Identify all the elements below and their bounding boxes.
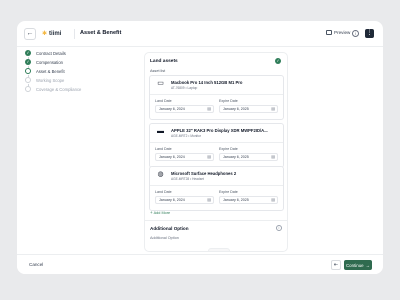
calendar-icon: ▤ <box>271 197 275 202</box>
preview-label: Preview <box>334 30 351 35</box>
asset-meta: AT-76809 • Laptop <box>171 86 198 90</box>
divider <box>150 94 283 95</box>
preview-button[interactable]: Preview <box>326 30 350 35</box>
logo-text: tiimi <box>49 31 62 37</box>
asset-id: AT-76809 <box>171 86 185 90</box>
arrow-right-icon: → <box>365 262 370 268</box>
asset-list-label: Asset list <box>150 69 166 73</box>
expire-date-label: Expire Date <box>219 147 238 151</box>
expire-date-label: Expire Date <box>219 190 238 194</box>
asset-name: Microsoft Surface Headphones 2 <box>171 171 237 176</box>
divider <box>145 220 287 221</box>
asset-name: APPLE 32" RAK3 Pro Display XDR MWPF2ID/A… <box>171 128 268 133</box>
page-title: Asset & Benefit <box>80 30 122 36</box>
land-date-value: January 6, 2024 <box>159 107 185 111</box>
check-icon: ✓ <box>25 59 31 65</box>
calendar-icon: ▤ <box>207 197 211 202</box>
bottom-bar: Cancel ⇤ Continue → <box>17 254 383 274</box>
previous-button[interactable]: ⇤ <box>331 260 341 270</box>
check-icon: ✓ <box>275 58 281 64</box>
divider <box>74 29 75 39</box>
scroll-handle[interactable] <box>208 248 230 251</box>
land-date-field[interactable]: January 6, 2024 ▤ <box>155 105 214 113</box>
plus-icon: + <box>150 210 153 215</box>
asset-id: AGE-MRT2 <box>171 134 188 138</box>
asset-id: AGE-MRT28 <box>171 177 190 181</box>
calendar-icon: ▤ <box>207 154 211 159</box>
info-icon[interactable]: i <box>276 225 282 231</box>
expire-date-field[interactable]: January 6, 2025 ▤ <box>219 105 278 113</box>
logo: ✱ tiimi <box>42 30 61 38</box>
add-more-label: Add More <box>153 210 171 215</box>
calendar-icon: ▤ <box>271 154 275 159</box>
back-button[interactable]: ← <box>24 28 36 40</box>
additional-option-subtitle: Additional Option <box>150 236 179 240</box>
step-coverage-compliance[interactable]: Coverage & Compliance <box>25 86 145 92</box>
step-label: Working Scope <box>36 77 65 83</box>
expire-date-label: Expire Date <box>219 99 238 103</box>
step-label: Coverage & Compliance <box>36 86 82 92</box>
step-contract-details[interactable]: ✓ Contract Details <box>25 50 145 56</box>
asset-card: ▬ APPLE 32" RAK3 Pro Display XDR MWPF2ID… <box>149 123 284 168</box>
expire-date-field[interactable]: January 6, 2025 ▤ <box>219 196 278 204</box>
land-date-value: January 6, 2024 <box>159 155 185 159</box>
land-date-label: Land Date <box>155 99 172 103</box>
more-menu-button[interactable]: ⋮ <box>365 29 374 38</box>
land-date-value: January 6, 2024 <box>159 198 185 202</box>
asset-meta: AGE-MRT28 • Headset <box>171 177 204 181</box>
asset-card: ◍ Microsoft Surface Headphones 2 AGE-MRT… <box>149 166 284 211</box>
asset-form-panel: Land assets ✓ Asset list ▭ Macbook Pro 1… <box>144 52 288 252</box>
add-more-button[interactable]: + Add More <box>150 210 170 215</box>
step-label: Asset & Benefit <box>36 68 65 74</box>
expire-date-value: January 6, 2025 <box>223 155 249 159</box>
pending-step-icon <box>25 77 31 83</box>
section-title: Land assets <box>150 59 178 64</box>
app-window: ← ✱ tiimi Asset & Benefit Preview i ⋮ ✓ … <box>17 21 383 274</box>
check-icon: ✓ <box>25 50 31 56</box>
step-compensation[interactable]: ✓ Compensation <box>25 59 145 65</box>
info-icon[interactable]: i <box>352 30 359 37</box>
divider <box>150 185 283 186</box>
calendar-icon: ▤ <box>271 106 275 111</box>
expire-date-field[interactable]: January 6, 2025 ▤ <box>219 153 278 161</box>
headphones-icon: ◍ <box>157 171 164 178</box>
step-label: Contract Details <box>36 50 66 56</box>
asset-type: Headset <box>192 177 204 181</box>
land-date-label: Land Date <box>155 147 172 151</box>
asset-card: ▭ Macbook Pro 14 Inch 512GB M1 Pro AT-76… <box>149 75 284 120</box>
asset-type: Monitor <box>190 134 201 138</box>
divider <box>150 142 283 143</box>
additional-option-title: Additional Option <box>150 226 189 231</box>
logo-icon: ✱ <box>42 31 48 37</box>
expire-date-value: January 6, 2025 <box>223 107 249 111</box>
top-bar: ← ✱ tiimi Asset & Benefit Preview i ⋮ <box>17 21 383 47</box>
current-step-icon <box>25 68 31 74</box>
monitor-icon: ▬ <box>157 128 164 135</box>
asset-name: Macbook Pro 14 Inch 512GB M1 Pro <box>171 80 243 85</box>
step-label: Compensation <box>36 59 64 65</box>
cancel-button[interactable]: Cancel <box>29 262 43 267</box>
calendar-icon: ▤ <box>207 106 211 111</box>
land-date-label: Land Date <box>155 190 172 194</box>
step-asset-benefit[interactable]: Asset & Benefit <box>25 68 145 74</box>
laptop-icon: ▭ <box>157 80 164 87</box>
continue-button[interactable]: Continue → <box>344 260 372 270</box>
preview-icon <box>326 30 332 35</box>
asset-type: Laptop <box>187 86 198 90</box>
expire-date-value: January 6, 2025 <box>223 198 249 202</box>
continue-label: Continue <box>346 262 364 268</box>
land-date-field[interactable]: January 6, 2024 ▤ <box>155 153 214 161</box>
step-working-scope[interactable]: Working Scope <box>25 77 145 83</box>
asset-meta: AGE-MRT2 • Monitor <box>171 134 201 138</box>
pending-step-icon <box>25 86 31 92</box>
land-date-field[interactable]: January 6, 2024 ▤ <box>155 196 214 204</box>
